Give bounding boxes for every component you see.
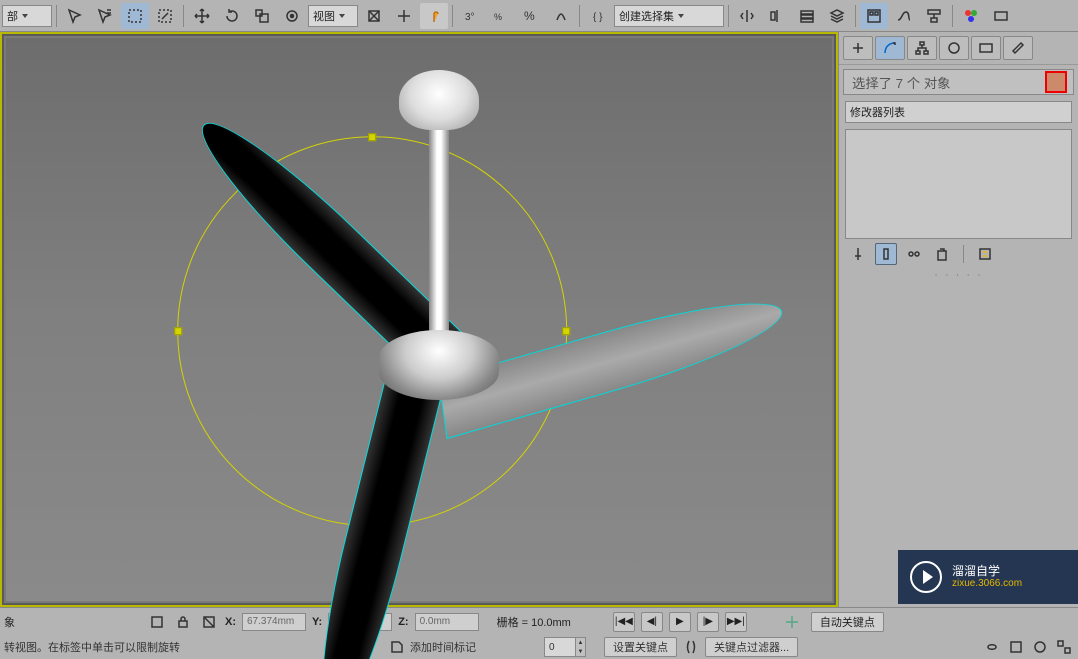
edit-named-sel-icon[interactable]: [547, 3, 575, 29]
svg-text:3°: 3°: [465, 12, 475, 23]
layers-icon[interactable]: [793, 3, 821, 29]
angle-snap-icon[interactable]: 3°: [457, 3, 485, 29]
x-value[interactable]: 67.374mm: [242, 613, 306, 631]
mirror-icon[interactable]: [733, 3, 761, 29]
rotate-icon[interactable]: [218, 3, 246, 29]
motion-tab[interactable]: [939, 36, 969, 60]
watermark-domain: zixue.3066.com: [952, 578, 1022, 589]
pin-stack-icon[interactable]: [847, 243, 869, 265]
use-pivot-icon[interactable]: [360, 3, 388, 29]
isolate-icon[interactable]: [199, 612, 219, 632]
next-frame-icon[interactable]: |▶: [697, 612, 719, 632]
main-area: 修改器列表 · · · · ·: [0, 32, 1078, 607]
align-icon[interactable]: [763, 3, 791, 29]
selection-lock-toggle-icon[interactable]: [147, 612, 167, 632]
set-key-button[interactable]: 设置关键点: [604, 637, 677, 657]
time-tag-icon[interactable]: [388, 638, 406, 656]
schematic-view-icon[interactable]: [920, 3, 948, 29]
svg-text:%: %: [494, 12, 502, 22]
display-tab[interactable]: [971, 36, 1001, 60]
watermark-play-icon: [910, 561, 942, 593]
zoom-extents-icon[interactable]: [1006, 637, 1026, 657]
z-label: Z:: [398, 616, 408, 628]
edit-sel-set-icon[interactable]: { }: [584, 3, 612, 29]
select-window-crossing-icon[interactable]: [151, 3, 179, 29]
goto-end-icon[interactable]: ▶▶|: [725, 612, 747, 632]
maximize-viewport-icon[interactable]: [1054, 637, 1074, 657]
prev-frame-icon[interactable]: ◀|: [641, 612, 663, 632]
scale-icon[interactable]: [248, 3, 276, 29]
goto-start-icon[interactable]: |◀◀: [613, 612, 635, 632]
watermark-brand: 溜溜自学: [952, 565, 1022, 578]
panel-resize-handle[interactable]: · · · · ·: [839, 265, 1078, 285]
z-value[interactable]: 0.0mm: [415, 613, 479, 631]
material-editor-icon[interactable]: [957, 3, 985, 29]
x-label: X:: [225, 616, 236, 628]
show-end-result-icon[interactable]: [875, 243, 897, 265]
command-panel-tabs: [839, 32, 1078, 65]
curve-editor-icon[interactable]: [890, 3, 918, 29]
view-dropdown[interactable]: 视图: [308, 5, 358, 27]
modify-tab[interactable]: [875, 36, 905, 60]
select-region-rect-icon[interactable]: [121, 3, 149, 29]
layer-mgr-icon[interactable]: [823, 3, 851, 29]
spinner-snap-icon[interactable]: %: [517, 3, 545, 29]
frame-spinner[interactable]: 0 ▲▼: [544, 637, 586, 657]
hierarchy-tab[interactable]: [907, 36, 937, 60]
key-filters-button[interactable]: 关键点过滤器...: [705, 637, 798, 657]
object-color-swatch[interactable]: [1045, 71, 1067, 93]
modifier-stack[interactable]: [845, 129, 1072, 239]
percent-snap-icon[interactable]: %: [487, 3, 515, 29]
modifier-stack-toolbar: [839, 243, 1078, 265]
modifier-list-dropdown[interactable]: 修改器列表: [845, 101, 1072, 123]
watermark: 溜溜自学 zixue.3066.com: [898, 550, 1078, 604]
lock-icon[interactable]: [173, 612, 193, 632]
svg-text:%: %: [524, 9, 535, 23]
graph-editor-icon[interactable]: [860, 3, 888, 29]
object-name-input[interactable]: [850, 74, 1045, 91]
grid-label: 栅格 = 10.0mm: [497, 614, 571, 630]
snap-toggle-icon[interactable]: [420, 3, 448, 29]
selection-label: 象: [4, 614, 15, 630]
add-time-tag-label[interactable]: 添加时间标记: [410, 639, 476, 655]
ceiling-fan-model: [159, 40, 679, 560]
svg-text:{ }: { }: [593, 12, 603, 23]
viewport-perspective[interactable]: [0, 32, 838, 607]
named-selection-dropdown[interactable]: 创建选择集: [614, 5, 724, 27]
create-tab[interactable]: [843, 36, 873, 60]
configure-sets-icon[interactable]: [974, 243, 996, 265]
auto-key-button[interactable]: 自动关键点: [811, 612, 884, 632]
select-object-icon[interactable]: [61, 3, 89, 29]
status-bar: 象 X: 67.374mm Y: 45.77mm Z: 0.0mm 栅格 = 1…: [0, 607, 1078, 635]
command-panel: 修改器列表 · · · · ·: [838, 32, 1078, 607]
pan-view-icon[interactable]: [982, 637, 1002, 657]
key-mode-toggle-icon[interactable]: [779, 609, 805, 635]
key-filters-icon[interactable]: [681, 637, 701, 657]
main-toolbar: 部 视图 3° % % { } 创建选择集: [0, 0, 1078, 32]
reference-coord-icon[interactable]: [278, 3, 306, 29]
utilities-tab[interactable]: [1003, 36, 1033, 60]
play-icon[interactable]: ▶: [669, 612, 691, 632]
orbit-icon[interactable]: [1030, 637, 1050, 657]
render-setup-icon[interactable]: [987, 3, 1015, 29]
prompt-bar: 转视图。在标签中单击可以限制旋转 添加时间标记 0 ▲▼ 设置关键点 关键点过滤…: [0, 635, 1078, 659]
remove-modifier-icon[interactable]: [931, 243, 953, 265]
scope-dropdown[interactable]: 部: [2, 5, 52, 27]
prompt-text: 转视图。在标签中单击可以限制旋转: [4, 639, 180, 655]
make-unique-icon[interactable]: [903, 243, 925, 265]
move-icon[interactable]: [188, 3, 216, 29]
object-name-field[interactable]: [843, 69, 1074, 95]
use-selection-center-icon[interactable]: [390, 3, 418, 29]
select-by-name-icon[interactable]: [91, 3, 119, 29]
